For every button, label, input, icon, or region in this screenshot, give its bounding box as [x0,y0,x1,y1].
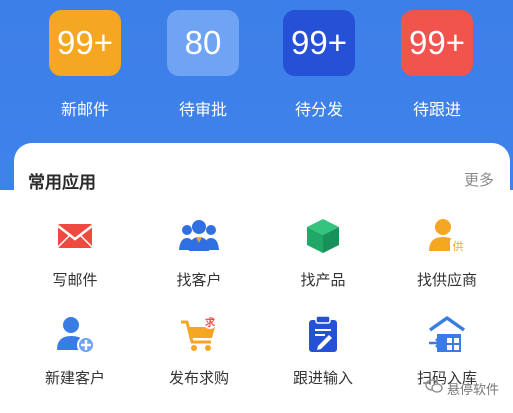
app-label: 跟进输入 [292,369,353,387]
app-new-customer[interactable]: 新建客户 [25,314,125,388]
watermark: 悬停软件 [425,378,499,398]
app-label: 找产品 [300,271,346,289]
stat-value: 80 [184,24,222,61]
app-find-customer[interactable]: 找客户 [149,216,249,290]
more-link[interactable]: 更多 [464,169,494,190]
app-write-mail[interactable]: 写邮件 [25,216,125,290]
clipboard-edit-icon [303,314,343,354]
stat-pending-approval[interactable]: 80 待审批 [164,10,242,120]
watermark-text: 悬停软件 [446,382,499,398]
customers-icon [179,216,219,256]
stat-tile: 99+ [401,10,473,76]
stat-value: 99+ [57,24,113,61]
stat-new-mail[interactable]: 99+ 新邮件 [46,10,124,120]
app-scan-stock-in[interactable]: 扫码入库 [397,314,497,388]
app-label: 找客户 [176,271,222,289]
stat-tile: 99+ [49,10,121,76]
app-post-purchase[interactable]: 求 发布求购 [149,314,249,388]
stat-label: 待分发 [294,100,343,119]
app-label: 新建客户 [44,369,105,387]
stat-pending-followup[interactable]: 99+ 待跟进 [398,10,476,120]
supplier-icon: 供 [427,216,467,256]
chat-bubble-icon [425,378,443,398]
svg-text:求: 求 [205,316,216,329]
stats-bar: 99+ 新邮件 80 待审批 99+ 待分发 99+ 待跟进 [0,0,513,130]
stat-label: 新邮件 [60,100,109,119]
stat-value: 99+ [291,24,347,61]
app-label: 发布求购 [168,369,229,387]
stat-pending-dispatch[interactable]: 99+ 待分发 [280,10,358,120]
warehouse-icon [427,314,467,354]
stat-tile: 80 [167,10,239,76]
app-label: 找供应商 [416,271,477,289]
shopping-cart-icon: 求 [179,314,219,354]
envelope-icon [55,216,95,256]
common-apps-card: 常用应用 更多 写邮件 找客户 找产品 供 找供应商 新建客户 求 发布求购 跟… [14,143,510,413]
app-followup-input[interactable]: 跟进输入 [273,314,373,388]
section-title: 常用应用 [28,173,96,193]
stat-value: 99+ [409,24,465,61]
stat-label: 待审批 [178,100,227,119]
app-find-product[interactable]: 找产品 [273,216,373,290]
app-find-supplier[interactable]: 供 找供应商 [397,216,497,290]
svg-text:供: 供 [453,239,464,253]
app-label: 写邮件 [52,271,98,289]
add-customer-icon [55,314,95,354]
product-box-icon [303,216,343,256]
stat-label: 待跟进 [412,100,461,119]
stat-tile: 99+ [283,10,355,76]
